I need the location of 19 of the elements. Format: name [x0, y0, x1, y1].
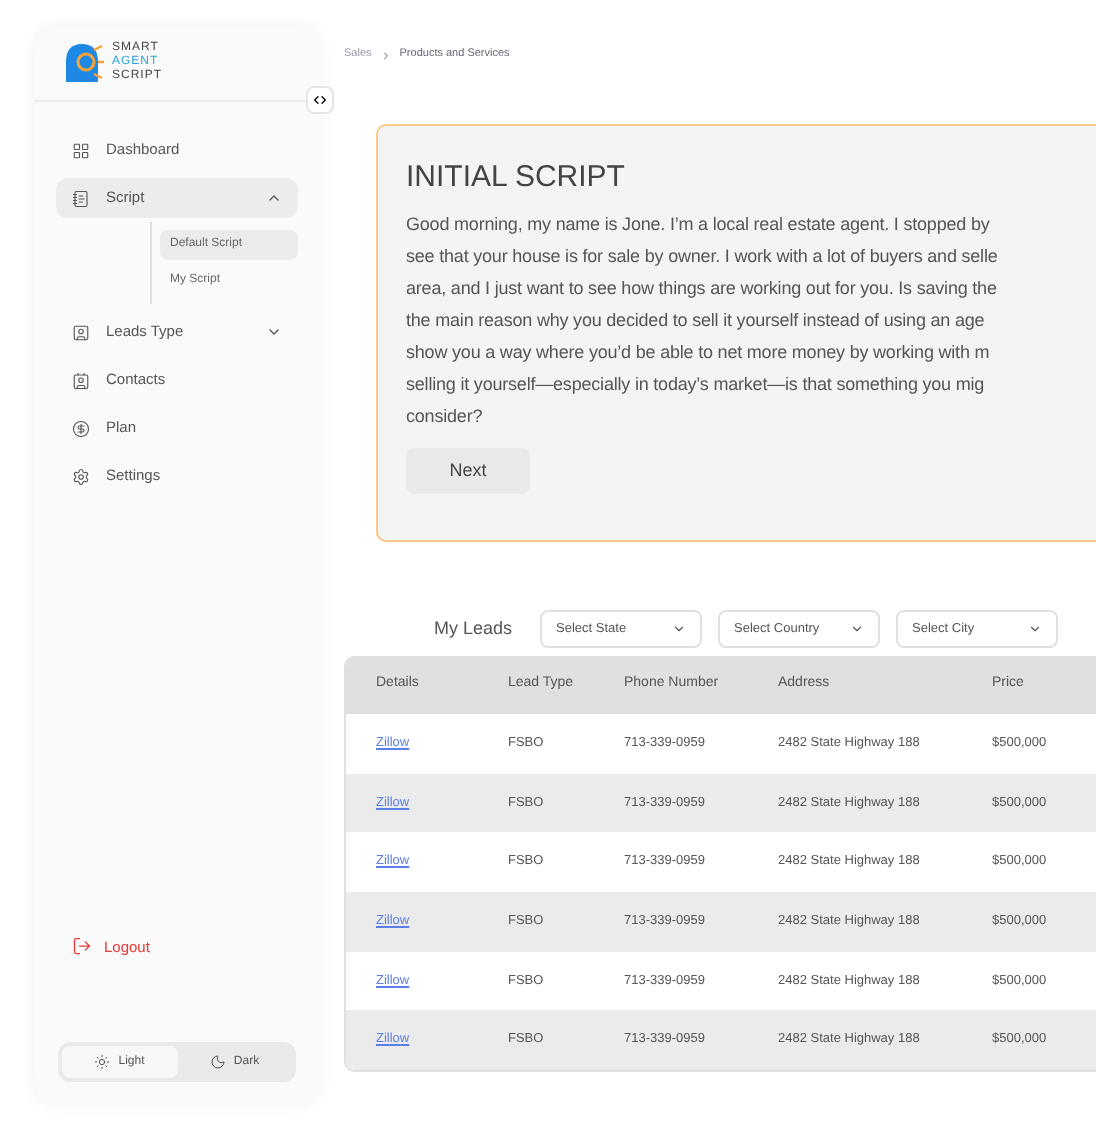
contact-icon: [72, 371, 90, 389]
chevron-right-icon: [379, 49, 392, 61]
settings-icon: [72, 467, 90, 485]
chevron-down-icon: [672, 622, 687, 636]
arrows-icon: [312, 92, 328, 108]
chevron-down-icon: [1028, 622, 1043, 636]
moon-icon: [209, 1054, 226, 1070]
dollar-icon: [72, 419, 90, 437]
chevron-down-icon: [850, 622, 865, 636]
sun-icon: [94, 1054, 111, 1070]
grid-icon: [72, 141, 90, 159]
script-title: INITIAL SCRIPT: [406, 158, 627, 198]
next-button[interactable]: Next: [406, 448, 530, 494]
leads-title: My Leads: [434, 615, 513, 642]
contact-card-icon: [72, 323, 90, 341]
collapse-sidebar-button[interactable]: [306, 86, 334, 114]
script-paragraph: Good morning, my name is Jone. I’m a local real estate agent. I stopped by see that your house is for sale by owner. I work with a lot of buyers and selle area, and I just want to see how things are working out for you. Is saving the the main reason why you decided to sell it yourself instead of using an age show you a way where you’d be able to net more money by working with m selling it yourself—especially in today’s market—is that something you mig consider?: [406, 212, 1000, 430]
notebook-icon: [72, 189, 90, 207]
logout-icon: [72, 936, 92, 957]
